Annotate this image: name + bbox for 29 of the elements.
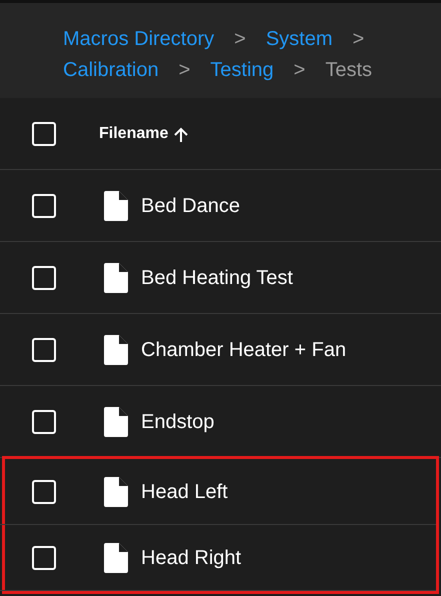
checkbox[interactable]	[32, 194, 56, 218]
breadcrumb-link[interactable]: System	[266, 24, 333, 55]
file-icon	[104, 334, 128, 364]
file-name[interactable]: Head Right	[141, 542, 242, 572]
file-icon	[104, 542, 128, 572]
file-name[interactable]: Bed Dance	[141, 190, 240, 220]
file-icon	[104, 476, 128, 506]
breadcrumb-current: Tests	[325, 58, 372, 83]
checkbox[interactable]	[32, 266, 56, 290]
file-name[interactable]: Endstop	[141, 406, 214, 436]
file-name[interactable]: Chamber Heater + Fan	[141, 334, 346, 364]
file-icon	[104, 262, 128, 292]
breadcrumb-separator: >	[352, 27, 366, 52]
checkbox[interactable]	[32, 480, 56, 504]
file-icon	[104, 406, 128, 436]
breadcrumb-separator: >	[292, 58, 306, 83]
file-icon	[104, 190, 128, 220]
checkbox[interactable]	[32, 410, 56, 434]
column-header[interactable]: Filename	[99, 122, 168, 146]
breadcrumb-link[interactable]: Macros Directory	[63, 24, 214, 55]
checkbox[interactable]	[32, 546, 56, 570]
breadcrumb-link[interactable]: Calibration	[63, 55, 159, 86]
checkbox[interactable]	[32, 338, 56, 362]
breadcrumb-separator: >	[233, 27, 247, 52]
breadcrumb-separator: >	[178, 58, 192, 83]
checkbox[interactable]	[32, 122, 56, 146]
file-name[interactable]: Bed Heating Test	[141, 262, 293, 292]
breadcrumb-link[interactable]: Testing	[210, 55, 274, 86]
file-name[interactable]: Head Left	[141, 476, 228, 506]
